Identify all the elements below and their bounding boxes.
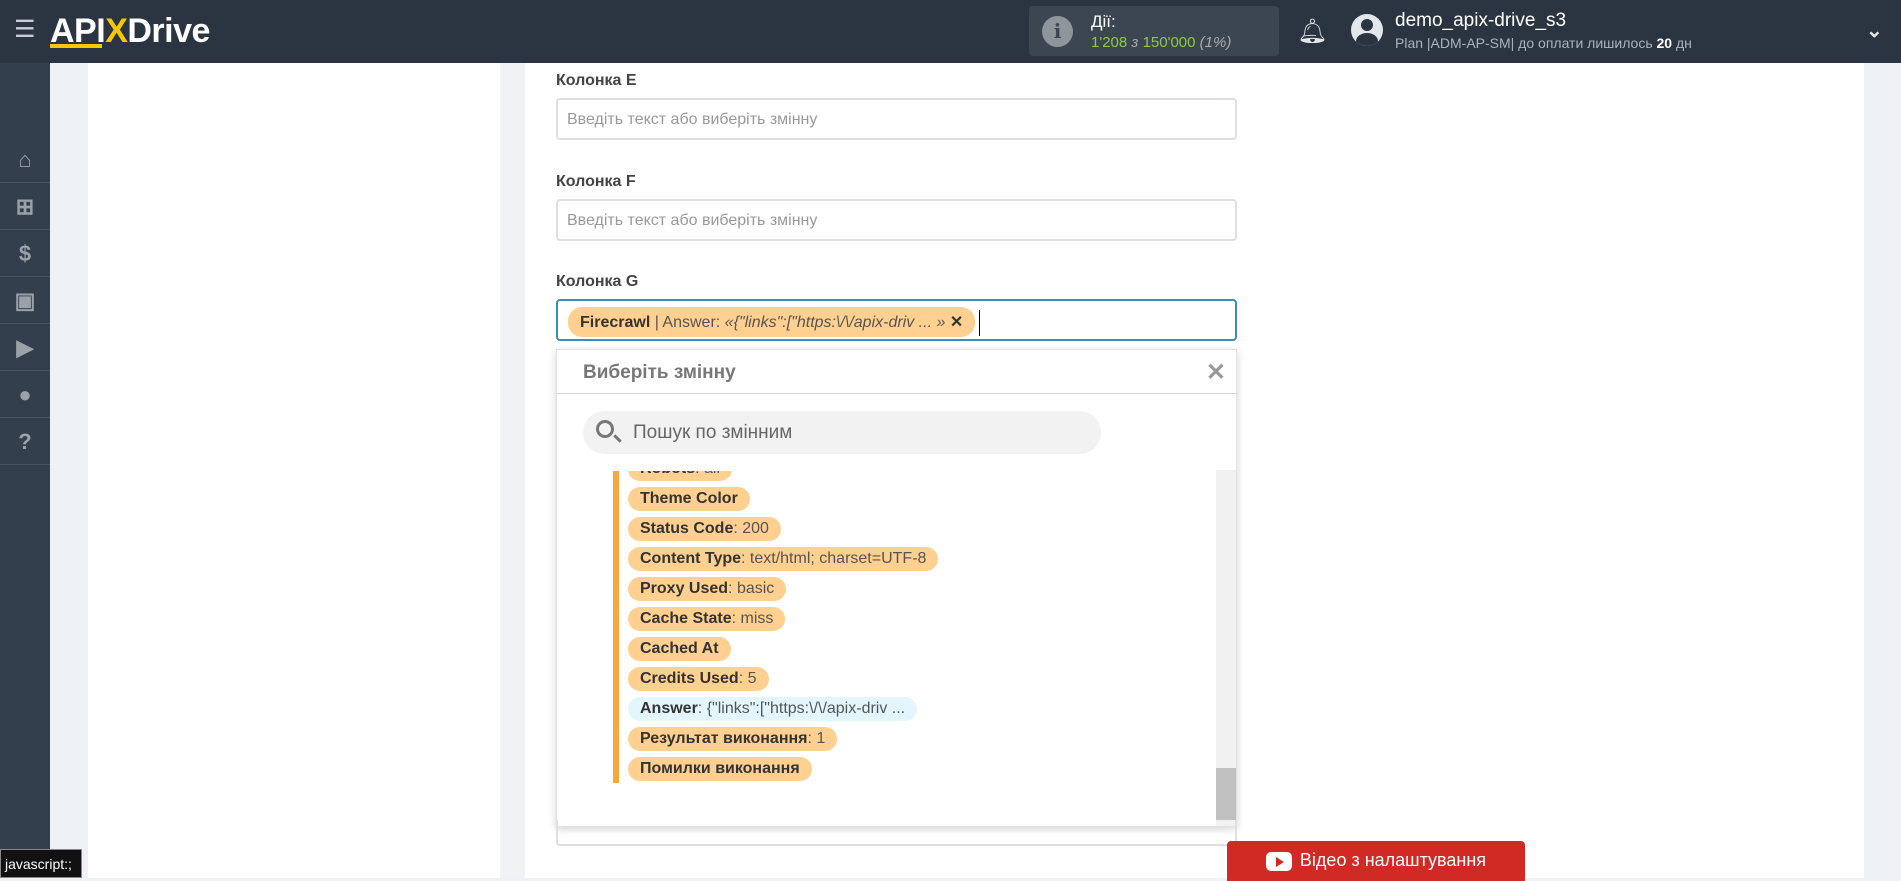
variable-option[interactable]: Status Code: 200: [628, 517, 781, 541]
text-caret: [979, 309, 981, 336]
list-item: Status Code: 200: [628, 514, 938, 544]
username[interactable]: demo_apix-drive_s3: [1395, 10, 1566, 32]
group-accent-bar: [613, 471, 619, 783]
search-icon: [596, 420, 614, 438]
status-bar: javascript:;: [0, 849, 82, 878]
list-item: Credits Used: 5: [628, 664, 938, 694]
dropdown-title: Виберіть змінну: [583, 362, 736, 383]
variable-option[interactable]: Результат виконання: 1: [628, 727, 838, 751]
chevron-down-icon[interactable]: ⌄: [1866, 18, 1883, 43]
col-g-input[interactable]: Firecrawl | Answer: «{"links":["https:\/…: [556, 299, 1237, 341]
logo-underline: [50, 44, 102, 48]
actions-label: Дії:: [1091, 12, 1116, 31]
plan-info: Plan |ADM-AP-SM| до оплати лишилось 20 д…: [1395, 35, 1692, 51]
variable-option[interactable]: Content Type: text/html; charset=UTF-8: [628, 547, 939, 571]
avatar[interactable]: [1351, 14, 1383, 46]
list-item: Proxy Used: basic: [628, 574, 938, 604]
info-icon: i: [1042, 16, 1073, 47]
search-input[interactable]: [633, 411, 1073, 454]
actions-value: 1'208 з 150'000 (1%): [1091, 34, 1232, 51]
list-item: Robots: all: [628, 471, 938, 484]
col-f-label: Колонка F: [556, 173, 636, 190]
list-item: Content Type: text/html; charset=UTF-8: [628, 544, 939, 574]
variable-option[interactable]: Proxy Used: basic: [628, 577, 787, 601]
sidebar: ⌂ ⊞ $ ▣ ▶ ● ?: [0, 63, 50, 878]
remove-tag-icon[interactable]: ✕: [950, 314, 963, 331]
list-item: Помилки виконання: [628, 754, 938, 784]
variable-list: Robots: all Theme Color Status Code: 200 Co…: [557, 471, 1217, 826]
list-item: Cached At: [628, 634, 938, 664]
variable-tag[interactable]: Firecrawl | Answer: «{"links":["https:\/…: [568, 307, 976, 337]
col-g-label: Колонка G: [556, 273, 639, 290]
list-item: Answer: {"links":["https:\/\/apix-driv .…: [628, 694, 938, 724]
home-icon[interactable]: ⌂: [0, 136, 50, 183]
variable-search[interactable]: [583, 411, 1101, 454]
top-header: ☰ APIXDrive i Дії: 1'208 з 150'000 (1%) …: [0, 0, 1901, 63]
user-icon[interactable]: ●: [0, 371, 50, 418]
menu-icon[interactable]: ☰: [14, 18, 36, 42]
hidden-input: [556, 820, 1237, 846]
variable-option[interactable]: Answer: {"links":["https:\/\/apix-driv .…: [628, 697, 918, 721]
variable-option[interactable]: Robots: all: [628, 471, 733, 481]
divider: [557, 393, 1236, 394]
variable-option[interactable]: Credits Used: 5: [628, 667, 769, 691]
variable-option[interactable]: Theme Color: [628, 487, 750, 511]
col-f-input[interactable]: Введіть текст або виберіть змінну: [556, 199, 1237, 241]
briefcase-icon[interactable]: ▣: [0, 277, 50, 324]
variable-option[interactable]: Cached At: [628, 637, 731, 661]
video-button[interactable]: Відео з налаштування: [1227, 841, 1525, 881]
divider-strip: [500, 63, 525, 878]
actions-counter: i Дії: 1'208 з 150'000 (1%): [1029, 6, 1279, 56]
list-item: Результат виконання: 1: [628, 724, 938, 754]
dollar-icon[interactable]: $: [0, 230, 50, 277]
variable-dropdown: Виберіть змінну ✕ Robots: all Theme Color…: [556, 349, 1237, 827]
sitemap-icon[interactable]: ⊞: [0, 183, 50, 230]
col-e-label: Колонка E: [556, 72, 637, 89]
list-item: Cache State: miss: [628, 604, 938, 634]
variable-option[interactable]: Cache State: miss: [628, 607, 786, 631]
youtube-icon: [1265, 851, 1292, 871]
bell-icon[interactable]: 🔔︎: [1297, 17, 1327, 46]
variable-option[interactable]: Помилки виконання: [628, 757, 812, 781]
list-item: Theme Color: [628, 484, 938, 514]
youtube-icon[interactable]: ▶: [0, 324, 50, 371]
close-icon[interactable]: ✕: [1206, 358, 1226, 387]
col-e-input[interactable]: Введіть текст або виберіть змінну: [556, 98, 1237, 140]
help-icon[interactable]: ?: [0, 418, 50, 465]
scrollbar-thumb[interactable]: [1216, 768, 1236, 820]
